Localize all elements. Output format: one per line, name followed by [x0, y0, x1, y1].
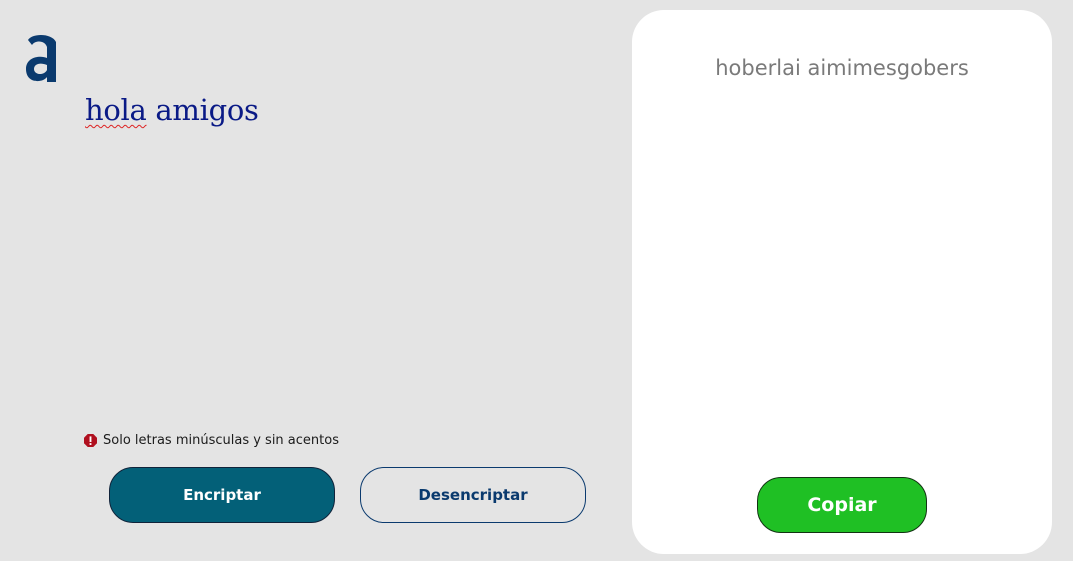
input-text-rest: amigos: [146, 93, 259, 127]
logo-a-icon: [26, 34, 56, 82]
input-misspelled-word: hola: [85, 93, 147, 127]
encrypt-button-label: Encriptar: [183, 486, 261, 504]
message-input[interactable]: hola amigos: [85, 90, 605, 410]
decrypt-button[interactable]: Desencriptar: [360, 467, 586, 523]
hint-text: Solo letras minúsculas y sin acentos: [103, 433, 339, 448]
output-panel: hoberlai aimimesgobers Copiar: [632, 10, 1052, 554]
copy-button-label: Copiar: [807, 494, 877, 516]
exclamation-icon: [84, 434, 97, 447]
decrypt-button-label: Desencriptar: [418, 486, 528, 504]
input-hint: Solo letras minúsculas y sin acentos: [84, 433, 339, 448]
output-text: hoberlai aimimesgobers: [715, 56, 969, 80]
encrypt-button[interactable]: Encriptar: [109, 467, 335, 523]
copy-button[interactable]: Copiar: [757, 477, 927, 533]
